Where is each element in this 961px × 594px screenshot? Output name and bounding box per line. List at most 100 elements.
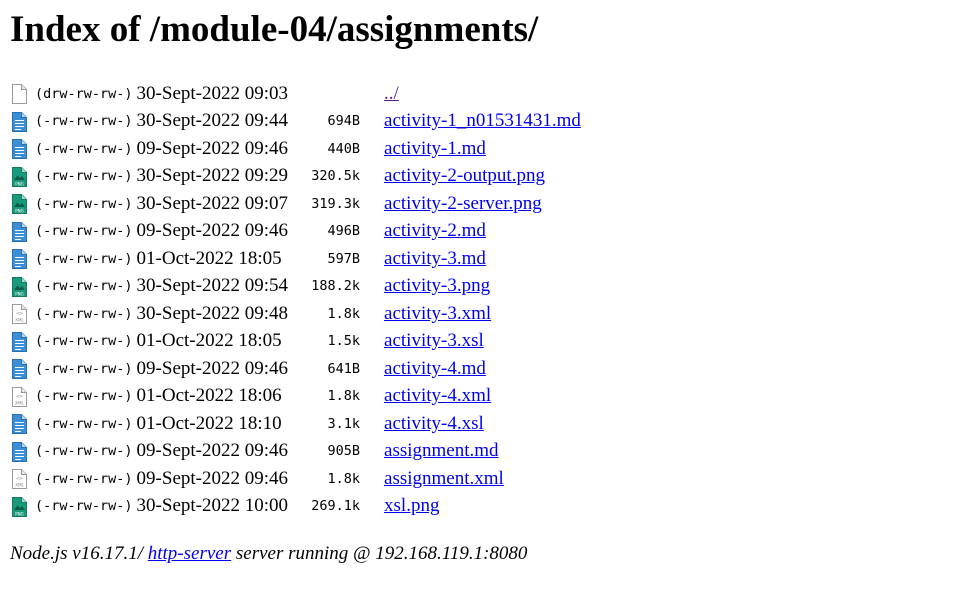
file-size: 319.3k: [311, 195, 361, 212]
file-permissions: (-rw-rw-rw-): [35, 223, 133, 240]
text-file-icon: [11, 359, 35, 380]
icon-cell: [11, 245, 35, 273]
svg-text:XML: XML: [15, 400, 24, 405]
icon-cell: PNG: [11, 163, 35, 191]
file-permissions: (-rw-rw-rw-): [35, 498, 133, 515]
icon-cell: [11, 410, 35, 438]
file-link[interactable]: activity-1_n01531431.md: [384, 110, 581, 131]
file-permissions: (-rw-rw-rw-): [35, 333, 133, 350]
file-modified-date: 30-Sept-2022 09:48: [136, 302, 289, 324]
file-link[interactable]: ../: [384, 83, 399, 104]
file-permissions: (-rw-rw-rw-): [35, 443, 133, 460]
file-listing: (drw-rw-rw-) 30-Sept-2022 09:03 ../ (-rw…: [11, 80, 581, 520]
file-size: 641B: [327, 360, 361, 377]
icon-cell: [11, 80, 35, 108]
file-name-cell: activity-3.png: [384, 273, 581, 301]
file-link[interactable]: activity-3.xsl: [384, 330, 484, 351]
icon-cell: [11, 218, 35, 246]
file-size: 496B: [327, 223, 361, 240]
http-server-link[interactable]: http-server: [148, 543, 231, 564]
svg-text:<>: <>: [16, 311, 23, 317]
folder-icon: [11, 84, 35, 105]
file-name-cell: assignment.xml: [384, 465, 581, 493]
svg-text:PNG: PNG: [15, 181, 24, 186]
file-permissions: (-rw-rw-rw-): [35, 305, 133, 322]
image-file-icon: PNG: [11, 496, 35, 517]
text-file-icon: [11, 331, 35, 352]
file-size: 1.8k: [327, 388, 361, 405]
file-size: 1.8k: [327, 305, 361, 322]
file-modified-date: 30-Sept-2022 09:07: [136, 192, 289, 214]
file-size: 597B: [327, 250, 361, 267]
file-link[interactable]: assignment.md: [384, 440, 499, 461]
file-size: [288, 80, 384, 108]
file-modified-date: 01-Oct-2022 18:06: [136, 385, 282, 407]
text-file-icon: [11, 441, 35, 462]
file-modified-date: 30-Sept-2022 10:00: [136, 495, 289, 517]
file-permissions: (-rw-rw-rw-): [35, 250, 133, 267]
file-modified-date: 30-Sept-2022 09:03: [136, 82, 289, 104]
file-row: (-rw-rw-rw-) 09-Sept-2022 09:46 905B ass…: [11, 438, 581, 466]
file-modified-date: 01-Oct-2022 18:05: [136, 330, 282, 352]
file-row: (-rw-rw-rw-) 30-Sept-2022 09:44 694B act…: [11, 108, 581, 136]
xml-file-icon: <> XML: [11, 386, 35, 407]
file-modified-date: 30-Sept-2022 09:44: [136, 110, 289, 132]
file-permissions: (-rw-rw-rw-): [35, 278, 133, 295]
footer-prefix: Node.js v16.17.1/: [10, 543, 148, 564]
file-link[interactable]: activity-3.xml: [384, 303, 491, 324]
file-link[interactable]: assignment.xml: [384, 468, 504, 489]
file-row: <> XML (-rw-rw-rw-) 01-Oct-2022 18:06 1.8…: [11, 383, 581, 411]
file-modified-date: 09-Sept-2022 09:46: [136, 137, 289, 159]
file-row: PNG (-rw-rw-rw-) 30-Sept-2022 10:00 269.…: [11, 493, 581, 521]
file-size: 3.1k: [327, 415, 361, 432]
file-permissions: (-rw-rw-rw-): [35, 360, 133, 377]
file-link[interactable]: activity-3.md: [384, 248, 486, 269]
file-size: 188.2k: [311, 278, 361, 295]
svg-text:PNG: PNG: [15, 511, 24, 516]
icon-cell: [11, 355, 35, 383]
file-size: 1.5k: [327, 333, 361, 350]
file-permissions: (-rw-rw-rw-): [35, 388, 133, 405]
file-link[interactable]: activity-2-output.png: [384, 165, 545, 186]
file-size: 440B: [327, 140, 361, 157]
file-modified-date: 09-Sept-2022 09:46: [136, 357, 289, 379]
icon-cell: PNG: [11, 273, 35, 301]
file-link[interactable]: xsl.png: [384, 495, 439, 516]
file-link[interactable]: activity-1.md: [384, 138, 486, 159]
file-link[interactable]: activity-4.xml: [384, 385, 491, 406]
file-name-cell: activity-3.md: [384, 245, 581, 273]
file-row: (-rw-rw-rw-) 01-Oct-2022 18:05 597B acti…: [11, 245, 581, 273]
file-permissions: (-rw-rw-rw-): [35, 113, 133, 130]
file-permissions: (-rw-rw-rw-): [35, 470, 133, 487]
icon-cell: <> XML: [11, 300, 35, 328]
file-link[interactable]: activity-4.xsl: [384, 413, 484, 434]
file-size: 1.8k: [327, 470, 361, 487]
svg-text:<>: <>: [16, 394, 23, 400]
file-modified-date: 30-Sept-2022 09:54: [136, 275, 289, 297]
file-size: 694B: [327, 113, 361, 130]
file-permissions: (drw-rw-rw-): [35, 85, 133, 102]
footer-suffix: server running @ 192.168.119.1:8080: [231, 543, 528, 564]
file-modified-date: 09-Sept-2022 09:46: [136, 220, 289, 242]
file-name-cell: activity-2-server.png: [384, 190, 581, 218]
file-permissions: (-rw-rw-rw-): [35, 168, 133, 185]
file-name-cell: activity-2.md: [384, 218, 581, 246]
file-row: (drw-rw-rw-) 30-Sept-2022 09:03 ../: [11, 80, 581, 108]
xml-file-icon: <> XML: [11, 304, 35, 325]
text-file-icon: [11, 414, 35, 435]
file-name-cell: activity-4.xml: [384, 383, 581, 411]
file-permissions: (-rw-rw-rw-): [35, 415, 133, 432]
file-permissions: (-rw-rw-rw-): [35, 140, 133, 157]
image-file-icon: PNG: [11, 194, 35, 215]
file-link[interactable]: activity-3.png: [384, 275, 490, 296]
file-link[interactable]: activity-2.md: [384, 220, 486, 241]
file-name-cell: activity-4.xsl: [384, 410, 581, 438]
file-link[interactable]: activity-4.md: [384, 358, 486, 379]
file-size: 269.1k: [311, 498, 361, 515]
file-link[interactable]: activity-2-server.png: [384, 193, 542, 214]
icon-cell: [11, 438, 35, 466]
file-name-cell: activity-4.md: [384, 355, 581, 383]
image-file-icon: PNG: [11, 276, 35, 297]
svg-text:XML: XML: [15, 483, 24, 488]
text-file-icon: [11, 111, 35, 132]
